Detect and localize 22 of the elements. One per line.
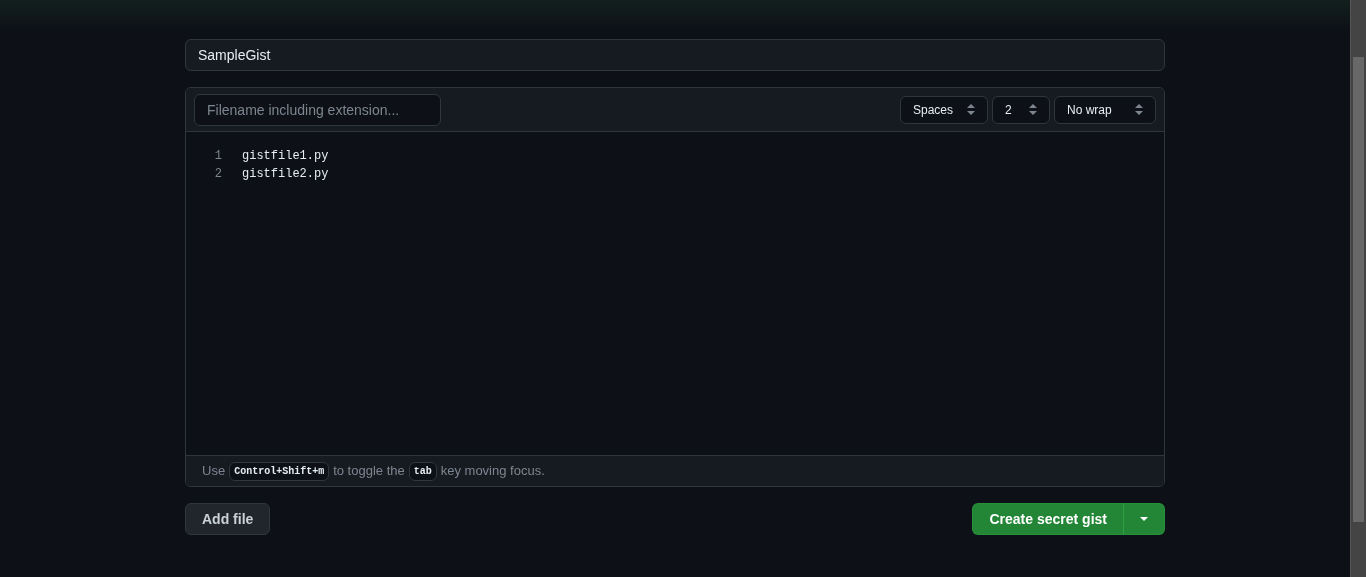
filename-field[interactable]: Filename including extension... xyxy=(194,93,441,126)
sort-arrows-icon xyxy=(967,104,975,115)
keyboard-key: Control+Shift+m xyxy=(229,461,330,481)
select-dropdown[interactable]: 2 xyxy=(992,95,1050,124)
scrollbar-thumb[interactable] xyxy=(1353,57,1364,522)
keyboard-key: tab xyxy=(408,461,437,481)
line-number: 2 xyxy=(213,166,222,183)
select-dropdown[interactable]: Spaces xyxy=(900,95,988,124)
create-gist-button[interactable]: Create secret gist xyxy=(973,504,1124,534)
sort-arrows-icon xyxy=(1029,104,1037,115)
caret-icon xyxy=(1140,517,1148,521)
sort-arrows-icon xyxy=(1135,104,1143,115)
code-line: gistfile1.py xyxy=(242,148,329,165)
hint-text: to toggle the xyxy=(333,462,405,481)
gist-description-field[interactable]: SampleGist xyxy=(185,39,1165,71)
hint-text: key moving focus. xyxy=(440,462,545,481)
line-number: 1 xyxy=(213,148,222,165)
add-file-button[interactable]: Add file xyxy=(185,503,271,535)
scrollbar[interactable] xyxy=(1350,0,1366,577)
code-line: gistfile2.py xyxy=(242,166,329,183)
hint-text: Use xyxy=(202,462,226,481)
select-dropdown[interactable]: No wrap xyxy=(1054,95,1156,124)
